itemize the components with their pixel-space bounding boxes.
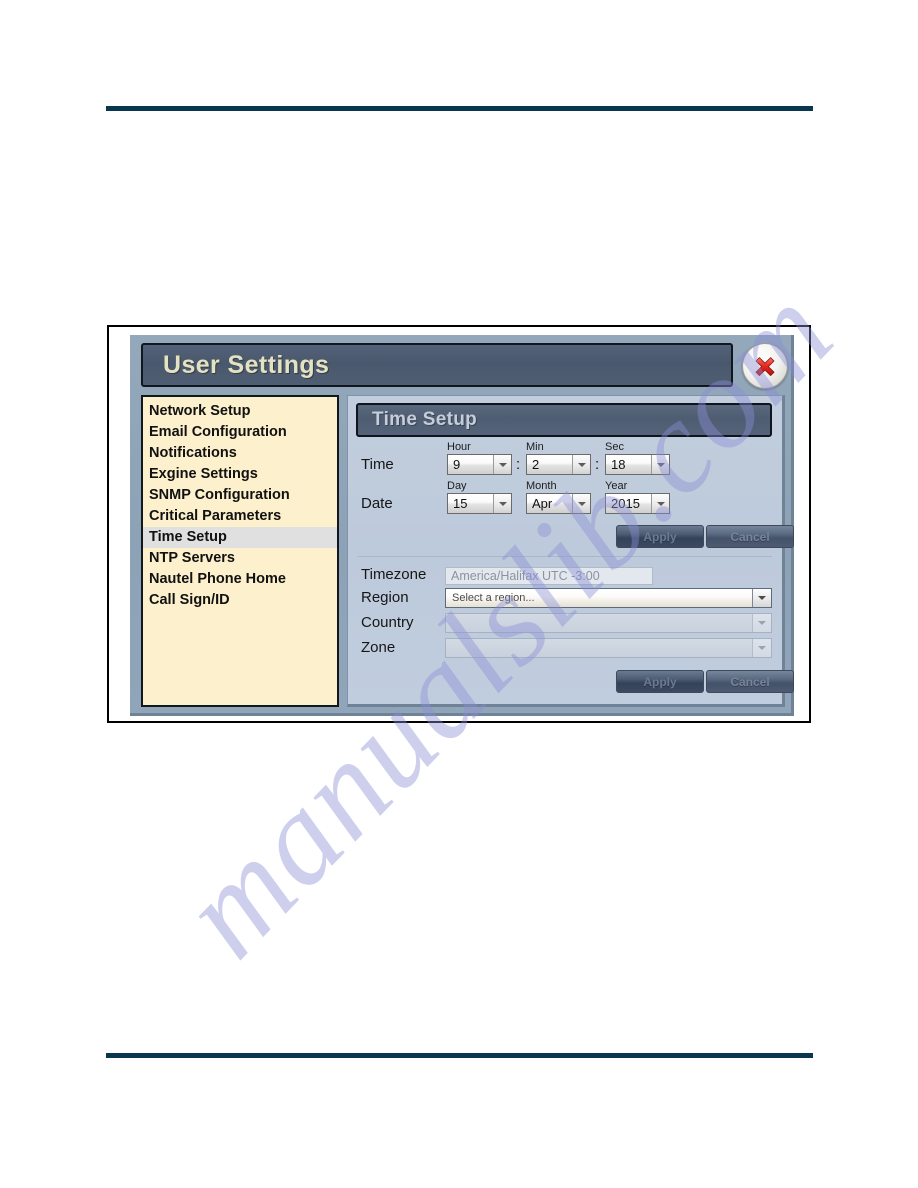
day-select[interactable]: 15 xyxy=(447,493,512,514)
timezone-cancel-button[interactable]: Cancel xyxy=(706,670,794,693)
time-separator-2: : xyxy=(595,456,600,473)
page-title: User Settings xyxy=(163,350,330,379)
time-cancel-button[interactable]: Cancel xyxy=(706,525,794,548)
user-settings-dialog: User Settings Network Setup Email Config… xyxy=(130,335,794,716)
chevron-down-icon xyxy=(752,614,771,632)
hour-value: 9 xyxy=(453,457,461,472)
timezone-label: Timezone xyxy=(361,566,427,583)
sidebar-item-notifications[interactable]: Notifications xyxy=(143,443,337,464)
day-caption: Day xyxy=(447,480,467,492)
sidebar-item-call-sign-id[interactable]: Call Sign/ID xyxy=(143,590,337,611)
sidebar-item-network-setup[interactable]: Network Setup xyxy=(143,401,337,422)
chevron-down-icon xyxy=(493,494,511,513)
year-caption: Year xyxy=(605,480,628,492)
month-value: Apr xyxy=(532,496,553,511)
second-select[interactable]: 18 xyxy=(605,454,670,475)
hour-select[interactable]: 9 xyxy=(447,454,512,475)
zone-select[interactable] xyxy=(445,638,772,658)
time-separator-1: : xyxy=(516,456,521,473)
sidebar-item-nautel-phone-home[interactable]: Nautel Phone Home xyxy=(143,569,337,590)
timezone-value: America/Halifax UTC -3:00 xyxy=(445,567,653,585)
minute-value: 2 xyxy=(532,457,540,472)
settings-sidebar: Network Setup Email Configuration Notifi… xyxy=(141,395,339,707)
year-value: 2015 xyxy=(611,496,640,511)
region-value: Select a region... xyxy=(452,592,535,604)
sidebar-item-email-configuration[interactable]: Email Configuration xyxy=(143,422,337,443)
figure-frame: User Settings Network Setup Email Config… xyxy=(107,325,811,723)
page-bottom-rule xyxy=(106,1053,813,1058)
zone-label: Zone xyxy=(361,639,396,656)
sidebar-item-time-setup[interactable]: Time Setup xyxy=(143,527,337,548)
panel-title: Time Setup xyxy=(372,409,478,430)
sidebar-item-critical-parameters[interactable]: Critical Parameters xyxy=(143,506,337,527)
dialog-titlebar: User Settings xyxy=(141,343,733,387)
sidebar-item-exgine-settings[interactable]: Exgine Settings xyxy=(143,464,337,485)
chevron-down-icon xyxy=(572,494,590,513)
minute-select[interactable]: 2 xyxy=(526,454,591,475)
date-row-label: Date xyxy=(361,495,393,512)
chevron-down-icon xyxy=(651,455,669,474)
chevron-down-icon xyxy=(493,455,511,474)
time-apply-button[interactable]: Apply xyxy=(616,525,704,548)
panel-titlebar: Time Setup xyxy=(356,403,772,437)
second-value: 18 xyxy=(611,457,626,472)
chevron-down-icon xyxy=(752,639,771,657)
hour-caption: Hour xyxy=(447,441,471,453)
time-setup-panel: Time Setup Time Hour 9 : Min 2 : Sec 18 xyxy=(347,395,794,707)
min-caption: Min xyxy=(526,441,544,453)
timezone-apply-button[interactable]: Apply xyxy=(616,670,704,693)
month-caption: Month xyxy=(526,480,557,492)
year-select[interactable]: 2015 xyxy=(605,493,670,514)
region-label: Region xyxy=(361,589,409,606)
time-row-label: Time xyxy=(361,456,394,473)
chevron-down-icon xyxy=(752,589,771,607)
chevron-down-icon xyxy=(651,494,669,513)
section-divider xyxy=(358,556,772,557)
chevron-down-icon xyxy=(572,455,590,474)
country-value xyxy=(446,614,752,632)
month-select[interactable]: Apr xyxy=(526,493,591,514)
zone-value xyxy=(446,639,752,657)
sidebar-item-snmp-configuration[interactable]: SNMP Configuration xyxy=(143,485,337,506)
page-top-rule xyxy=(106,106,813,111)
country-label: Country xyxy=(361,614,414,631)
country-select[interactable] xyxy=(445,613,772,633)
close-icon[interactable] xyxy=(742,343,788,389)
day-value: 15 xyxy=(453,496,468,511)
region-select[interactable]: Select a region... xyxy=(445,588,772,608)
sidebar-item-ntp-servers[interactable]: NTP Servers xyxy=(143,548,337,569)
sec-caption: Sec xyxy=(605,441,624,453)
